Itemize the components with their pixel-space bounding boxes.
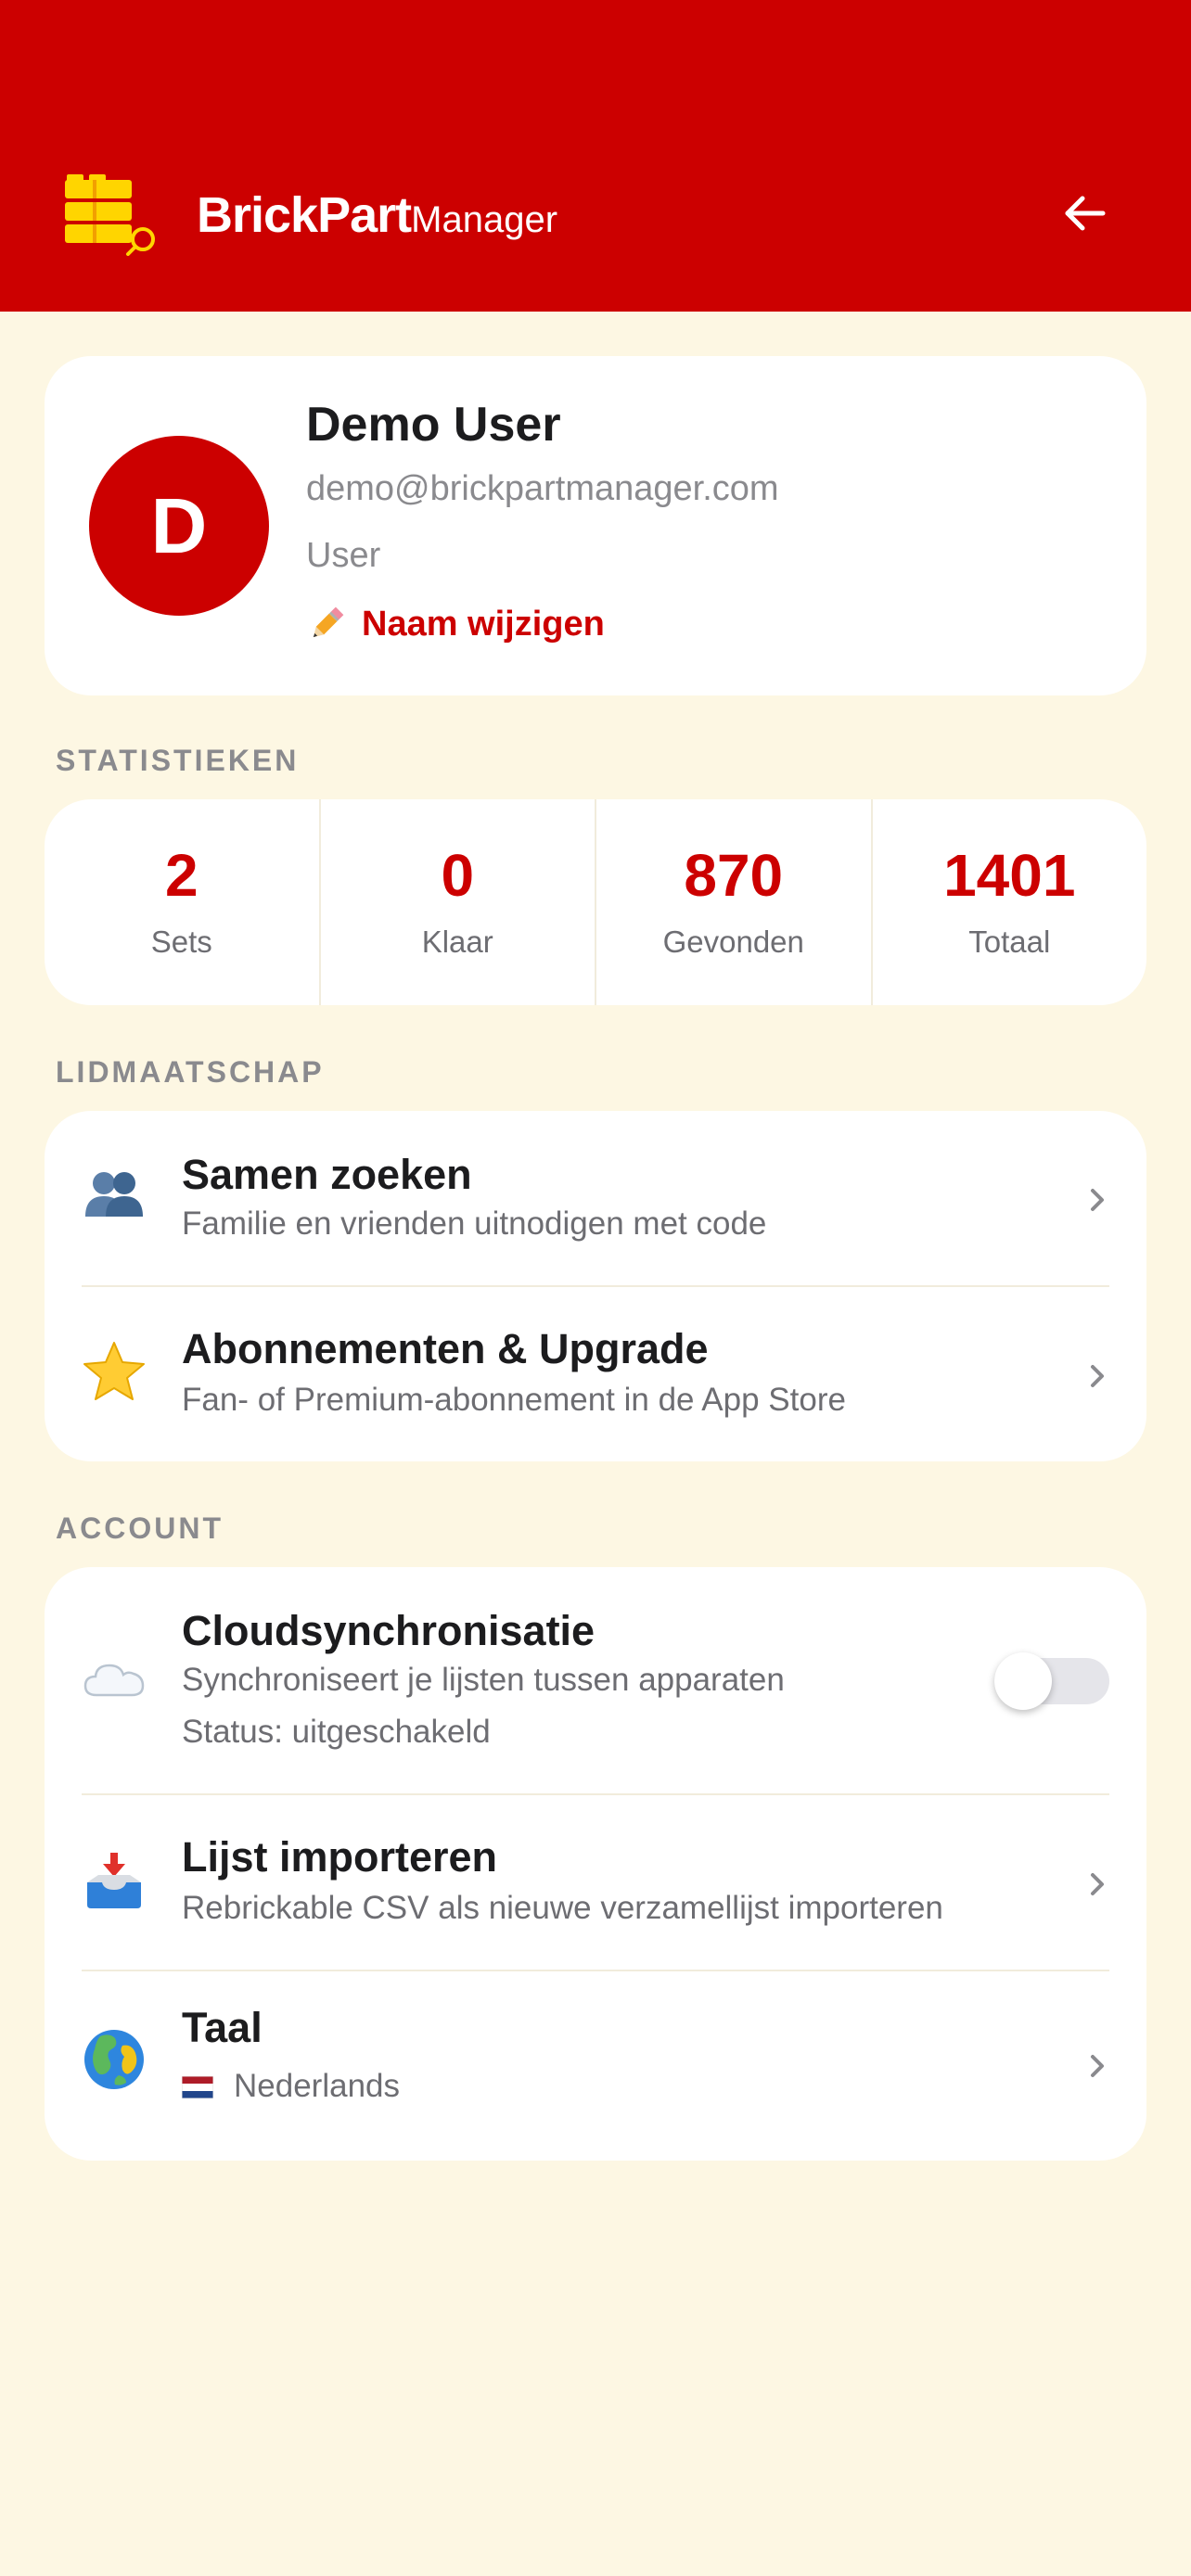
chevron-right-icon xyxy=(1091,1189,1104,1211)
statistics-card: 2 Sets 0 Klaar 870 Gevonden 1401 Totaal xyxy=(45,799,1146,1005)
inbox-tray-icon xyxy=(87,1853,141,1908)
cloud-sync-toggle[interactable] xyxy=(994,1652,1109,1710)
cloud-icon xyxy=(83,1664,145,1697)
arrow-left-icon xyxy=(1065,196,1106,231)
stat-ready: 0 Klaar xyxy=(318,799,596,1005)
stat-label: Klaar xyxy=(421,925,493,959)
membership-card: Samen zoeken Familie en vrienden uitnodi… xyxy=(45,1111,1146,1461)
chevron-right-icon xyxy=(1091,1365,1104,1387)
profile-email: demo@brickpartmanager.com xyxy=(306,469,779,508)
edit-name-button[interactable]: Naam wijzigen xyxy=(306,601,605,647)
profile-role: User xyxy=(306,536,381,575)
profile-name: Demo User xyxy=(306,398,561,452)
stat-total: 1401 Totaal xyxy=(870,799,1147,1005)
back-button[interactable] xyxy=(1048,182,1122,245)
import-list-row[interactable]: Lijst importeren Rebrickable CSV als nie… xyxy=(45,1795,1146,1970)
stat-value: 2 xyxy=(164,842,198,909)
brand-light: Manager xyxy=(411,199,558,240)
profile-card: D Demo User demo@brickpartmanager.com Us… xyxy=(45,356,1146,695)
stat-sets: 2 Sets xyxy=(45,799,319,1005)
row-title: Samen zoeken xyxy=(182,1151,472,1198)
stat-value: 1401 xyxy=(943,842,1076,909)
row-subtitle: Familie en vrienden uitnodigen met code xyxy=(182,1205,767,1242)
chevron-right-icon xyxy=(1091,2055,1104,2077)
brand-title: BrickPartManager xyxy=(197,182,557,261)
section-title-account: ACCOUNT xyxy=(56,1511,224,1545)
brand-bold: BrickPart xyxy=(197,187,412,243)
people-icon xyxy=(85,1172,143,1217)
brick-search-logo-icon xyxy=(65,174,155,256)
stat-label: Totaal xyxy=(968,925,1051,959)
stat-value: 0 xyxy=(441,842,475,909)
toggle-knob xyxy=(994,1652,1052,1710)
globe-icon xyxy=(84,2030,144,2089)
section-title-statistics: STATISTIEKEN xyxy=(56,744,300,777)
chevron-right-icon xyxy=(1091,1873,1104,1895)
star-icon xyxy=(83,1342,145,1400)
pencil-icon xyxy=(313,606,344,638)
cloud-sync-status: Status: uitgeschakeld xyxy=(182,1714,491,1750)
language-row[interactable]: Taal Nederlands xyxy=(45,1971,1146,2161)
stat-value: 870 xyxy=(684,842,784,909)
row-title: Taal xyxy=(182,2004,263,2051)
row-title: Abonnementen & Upgrade xyxy=(182,1325,709,1372)
row-subtitle: Synchroniseert je lijsten tussen apparat… xyxy=(182,1662,785,1698)
row-subtitle: Fan- of Premium-abonnement in de App Sto… xyxy=(182,1382,846,1418)
stat-label: Gevonden xyxy=(662,925,804,959)
row-title: Cloudsynchronisatie xyxy=(182,1607,596,1654)
samen-zoeken-row[interactable]: Samen zoeken Familie en vrienden uitnodi… xyxy=(45,1111,1146,1285)
cloud-sync-row: Cloudsynchronisatie Synchroniseert je li… xyxy=(45,1567,1146,1793)
dutch-flag-icon xyxy=(182,2076,213,2098)
stat-found: 870 Gevonden xyxy=(595,799,871,1005)
row-title: Lijst importeren xyxy=(182,1833,498,1881)
edit-name-label: Naam wijzigen xyxy=(362,605,605,644)
stat-label: Sets xyxy=(150,925,212,959)
section-title-membership: LIDMAATSCHAP xyxy=(56,1055,325,1089)
language-value: Nederlands xyxy=(234,2068,400,2104)
app-header: BrickPartManager xyxy=(0,0,1191,312)
avatar: D xyxy=(89,436,269,616)
subscriptions-row[interactable]: Abonnementen & Upgrade Fan- of Premium-a… xyxy=(45,1287,1146,1461)
row-subtitle: Rebrickable CSV als nieuwe verzamellijst… xyxy=(182,1890,943,1926)
account-card: Cloudsynchronisatie Synchroniseert je li… xyxy=(45,1567,1146,2161)
